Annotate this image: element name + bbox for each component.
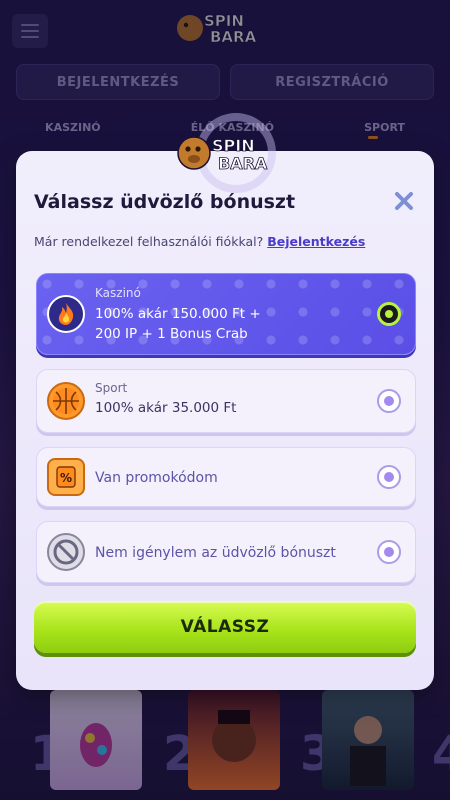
close-button[interactable] (392, 189, 416, 213)
radio-selected[interactable] (377, 302, 401, 326)
account-prompt-text: Már rendelkezel felhasználói fiókkal? (34, 234, 264, 249)
bonus-option-none[interactable]: Nem igénylem az üdvözlő bónuszt (36, 521, 416, 583)
no-symbol-icon (47, 533, 85, 571)
option-offer-line1: 100% akár 35.000 Ft (95, 400, 237, 416)
option-text: Van promokódom (95, 468, 218, 488)
svg-text:SPIN: SPIN (212, 136, 255, 155)
account-prompt: Már rendelkezel felhasználói fiókkal? Be… (34, 234, 365, 249)
radio-unselected[interactable] (377, 465, 401, 489)
svg-text:BARA: BARA (218, 154, 268, 173)
choose-button[interactable]: VÁLASSZ (34, 601, 416, 653)
bonus-option-sport[interactable]: Sport 100% akár 35.000 Ft (36, 369, 416, 433)
close-icon (395, 192, 413, 210)
option-text: Nem igénylem az üdvözlő bónuszt (95, 543, 336, 563)
option-offer-line1: Van promokódom (95, 470, 218, 486)
option-label: Kaszinó (95, 286, 141, 300)
option-text: Sport 100% akár 35.000 Ft (95, 381, 236, 418)
modal-title: Válassz üdvözlő bónuszt (34, 191, 296, 213)
login-link[interactable]: Bejelentkezés (267, 234, 365, 249)
option-offer-line2: 200 IP + 1 Bonus Crab (95, 326, 248, 342)
radio-unselected[interactable] (377, 389, 401, 413)
modal-brand-logo: SPIN BARA (174, 129, 278, 177)
bonus-option-casino[interactable]: Kaszinó 100% akár 150.000 Ft + 200 IP + … (36, 273, 416, 355)
basketball-icon (47, 382, 85, 420)
radio-unselected[interactable] (377, 540, 401, 564)
fire-icon (47, 295, 85, 333)
welcome-bonus-modal: SPIN BARA Válassz üdvözlő bónuszt Már re… (16, 113, 434, 690)
bonus-option-promo-code[interactable]: % Van promokódom (36, 447, 416, 507)
option-offer-line1: Nem igénylem az üdvözlő bónuszt (95, 545, 336, 561)
option-text: Kaszinó 100% akár 150.000 Ft + 200 IP + … (95, 286, 261, 344)
option-offer-line1: 100% akár 150.000 Ft + (95, 306, 261, 322)
option-label: Sport (95, 381, 128, 395)
svg-text:%: % (60, 471, 72, 485)
promo-tag-icon: % (47, 458, 85, 496)
